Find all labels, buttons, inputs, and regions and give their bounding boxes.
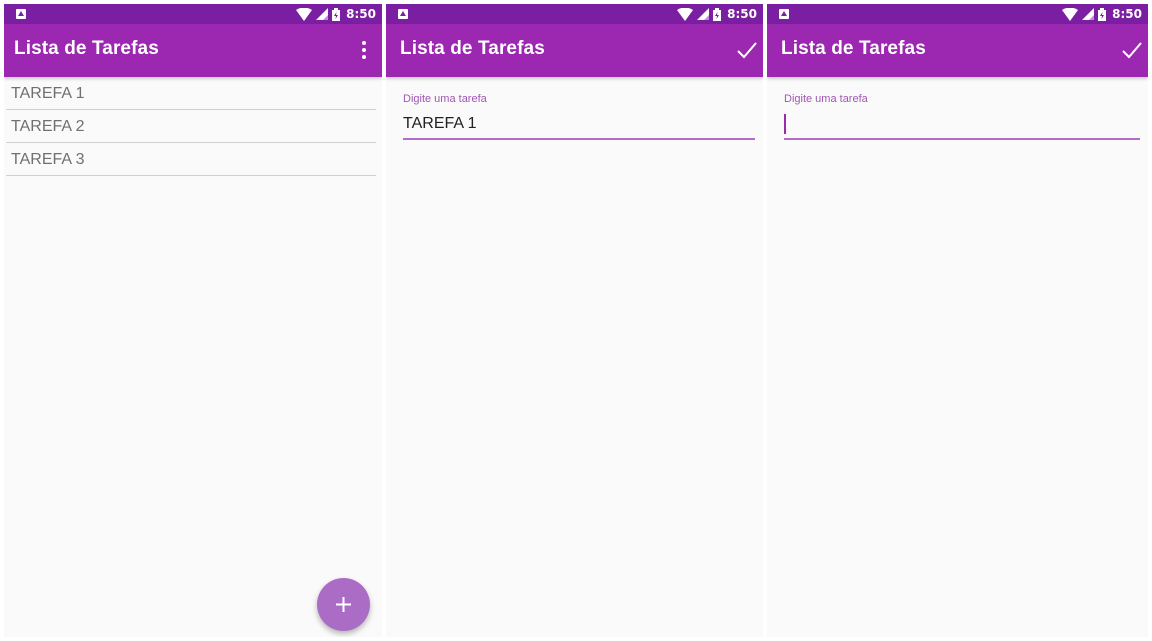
edit-task-screen: 8:50 Lista de Tarefas Digite uma tarefa xyxy=(386,4,763,637)
list-item[interactable]: TAREFA 3 xyxy=(6,143,376,176)
status-time: 8:50 xyxy=(727,7,757,21)
more-vert-icon[interactable] xyxy=(356,39,372,61)
app-title: Lista de Tarefas xyxy=(400,38,545,59)
wifi-icon xyxy=(677,7,694,21)
status-bar: 8:50 xyxy=(386,4,763,24)
status-bar: 8:50 xyxy=(767,4,1148,24)
add-task-screen: 8:50 Lista de Tarefas Digite uma tarefa xyxy=(767,4,1148,637)
battery-charging-icon xyxy=(713,7,722,21)
check-icon[interactable] xyxy=(1120,39,1144,61)
wifi-icon xyxy=(1062,7,1079,21)
cell-signal-icon xyxy=(316,8,329,20)
notification-app-icon xyxy=(779,9,789,19)
notification-app-icon xyxy=(16,9,26,19)
app-bar: Lista de Tarefas xyxy=(4,24,382,77)
status-time: 8:50 xyxy=(346,7,376,21)
task-field-label: Digite uma tarefa xyxy=(403,93,487,105)
list-item[interactable]: TAREFA 2 xyxy=(6,110,376,143)
list-item[interactable]: TAREFA 1 xyxy=(6,77,376,110)
app-title: Lista de Tarefas xyxy=(14,38,159,59)
task-field: Digite uma tarefa xyxy=(403,92,755,140)
battery-charging-icon xyxy=(332,7,341,21)
task-list-screen: 8:50 Lista de Tarefas TAREFA 1 TAREFA 2 … xyxy=(4,4,382,637)
status-bar: 8:50 xyxy=(4,4,382,24)
status-time: 8:50 xyxy=(1112,7,1142,21)
battery-charging-icon xyxy=(1098,7,1107,21)
app-title: Lista de Tarefas xyxy=(781,38,926,59)
task-field-label: Digite uma tarefa xyxy=(784,93,868,105)
add-task-button[interactable] xyxy=(317,578,370,631)
app-bar: Lista de Tarefas xyxy=(386,24,763,77)
task-input[interactable] xyxy=(403,106,755,140)
task-list: TAREFA 1 TAREFA 2 TAREFA 3 xyxy=(4,77,382,176)
cell-signal-icon xyxy=(697,8,710,20)
cell-signal-icon xyxy=(1082,8,1095,20)
text-cursor xyxy=(784,114,786,134)
task-field: Digite uma tarefa xyxy=(784,92,1140,140)
notification-app-icon xyxy=(398,9,408,19)
task-input[interactable] xyxy=(784,106,1140,140)
plus-icon xyxy=(336,597,351,612)
wifi-icon xyxy=(296,7,313,21)
app-bar: Lista de Tarefas xyxy=(767,24,1148,77)
check-icon[interactable] xyxy=(735,39,759,61)
